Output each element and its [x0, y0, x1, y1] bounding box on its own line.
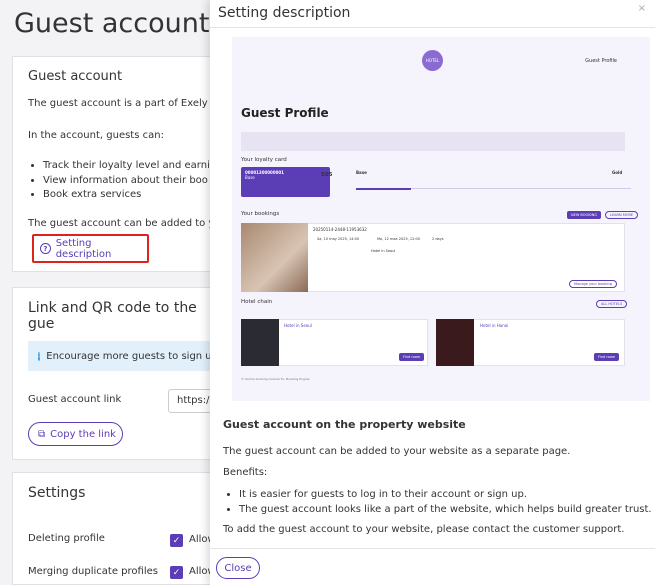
merging-profiles-checkbox[interactable]: ✓ [170, 566, 183, 579]
footer-divider [210, 548, 655, 549]
modal-paragraph-1: The guest account can be added to your w… [223, 446, 571, 457]
preview-level-from: Base [356, 170, 367, 175]
preview-hotel1: Hotel in Seoul [284, 323, 312, 328]
deleting-profile-checkbox[interactable]: ✓ [170, 534, 183, 547]
preview-image: HOTEL Guest Profile Guest Profile Your l… [232, 37, 650, 401]
preview-learn-more: LEARN MORE [605, 211, 639, 219]
question-icon: ? [40, 243, 51, 254]
card-heading: Guest account [28, 69, 123, 84]
preview-hotel-logo: HOTEL [422, 50, 443, 71]
added-text: The guest account can be added to your [28, 218, 231, 229]
preview-loyalty-title: Your loyalty card [241, 157, 287, 163]
preview-bookings-title: Your bookings [241, 211, 280, 217]
setting-description-panel: Setting description × HOTEL Guest Profil… [210, 0, 655, 585]
list-item: The guest account looks like a part of t… [239, 503, 652, 518]
deleting-profile-label: Deleting profile [28, 533, 105, 544]
card-heading: Link and QR code to the gue [28, 300, 197, 332]
preview-footer: © Online booking module TL: Booking Engi… [241, 377, 310, 381]
preview-find-room: Find room [594, 353, 620, 361]
preview-hotel-image [241, 319, 279, 366]
preview-booking-to: Mo, 12 mae 2025, 12:00 [377, 237, 420, 241]
benefits-list: It is easier for guests to log in to the… [239, 488, 652, 517]
setting-description-link[interactable]: ? Setting description [32, 234, 149, 263]
close-button[interactable]: Close [216, 557, 260, 579]
page-title: Guest account [14, 8, 210, 39]
preview-new-booking: NEW BOOKING [567, 211, 601, 219]
preview-loyalty-card: 00001300000001 Base [241, 167, 330, 197]
preview-find-room: Find room [399, 353, 425, 361]
preview-all-hotels: ALL HOTELS [596, 300, 628, 308]
preview-card-level: Base [245, 175, 255, 180]
preview-heading: Guest Profile [241, 106, 329, 120]
preview-points: 505 [321, 172, 333, 178]
info-banner: i Encourage more guests to sign up [28, 341, 218, 371]
preview-toolbar [241, 132, 625, 151]
info-text: Encourage more guests to sign up [46, 350, 218, 362]
intro-text: The guest account is a part of Exely Boo [28, 98, 230, 109]
modal-paragraph-2: To add the guest account to your website… [223, 524, 625, 535]
preview-booking-id: 20250114-2448-11953632 [313, 227, 367, 232]
preview-user-menu: Guest Profile [585, 58, 617, 64]
preview-progress [356, 188, 411, 190]
list-item: Track their loyalty level and earnin [43, 159, 216, 174]
list-item: View information about their boo [43, 174, 216, 189]
setting-description-label: Setting description [55, 237, 112, 260]
preview-level-to: Gold [612, 170, 623, 175]
preview-hotel2: Hotel in Hanoi [480, 323, 509, 328]
list-item: It is easier for guests to log in to the… [239, 488, 652, 503]
preview-chain-title: Hotel chain [241, 299, 273, 305]
card-heading: Settings [28, 485, 86, 501]
info-icon: i [38, 351, 41, 361]
modal-title: Setting description [218, 5, 351, 21]
list-item: Book extra services [43, 188, 216, 203]
modal-divider [210, 27, 655, 28]
preview-nights: 2 days [432, 237, 444, 241]
preview-room-image [241, 223, 308, 292]
preview-hotel-seoul: Hotel in Seoul [371, 249, 396, 253]
copy-icon: ⧉ [38, 428, 46, 440]
preview-progress-track [411, 188, 631, 189]
feature-list: Track their loyalty level and earnin Vie… [43, 159, 216, 203]
preview-manage: Manage your booking [569, 280, 617, 288]
link-label: Guest account link [28, 394, 122, 405]
preview-hotel-image [436, 319, 474, 366]
preview-booking-from: Sa, 10 may 2025, 14:00 [317, 237, 360, 241]
merging-profiles-label: Merging duplicate profiles [28, 566, 158, 577]
guests-can-text: In the account, guests can: [28, 130, 164, 141]
copy-link-label: Copy the link [50, 428, 116, 440]
benefits-label: Benefits: [223, 467, 268, 478]
copy-link-button[interactable]: ⧉ Copy the link [28, 422, 123, 446]
close-icon[interactable]: × [638, 3, 646, 14]
modal-heading: Guest account on the property website [223, 418, 466, 431]
